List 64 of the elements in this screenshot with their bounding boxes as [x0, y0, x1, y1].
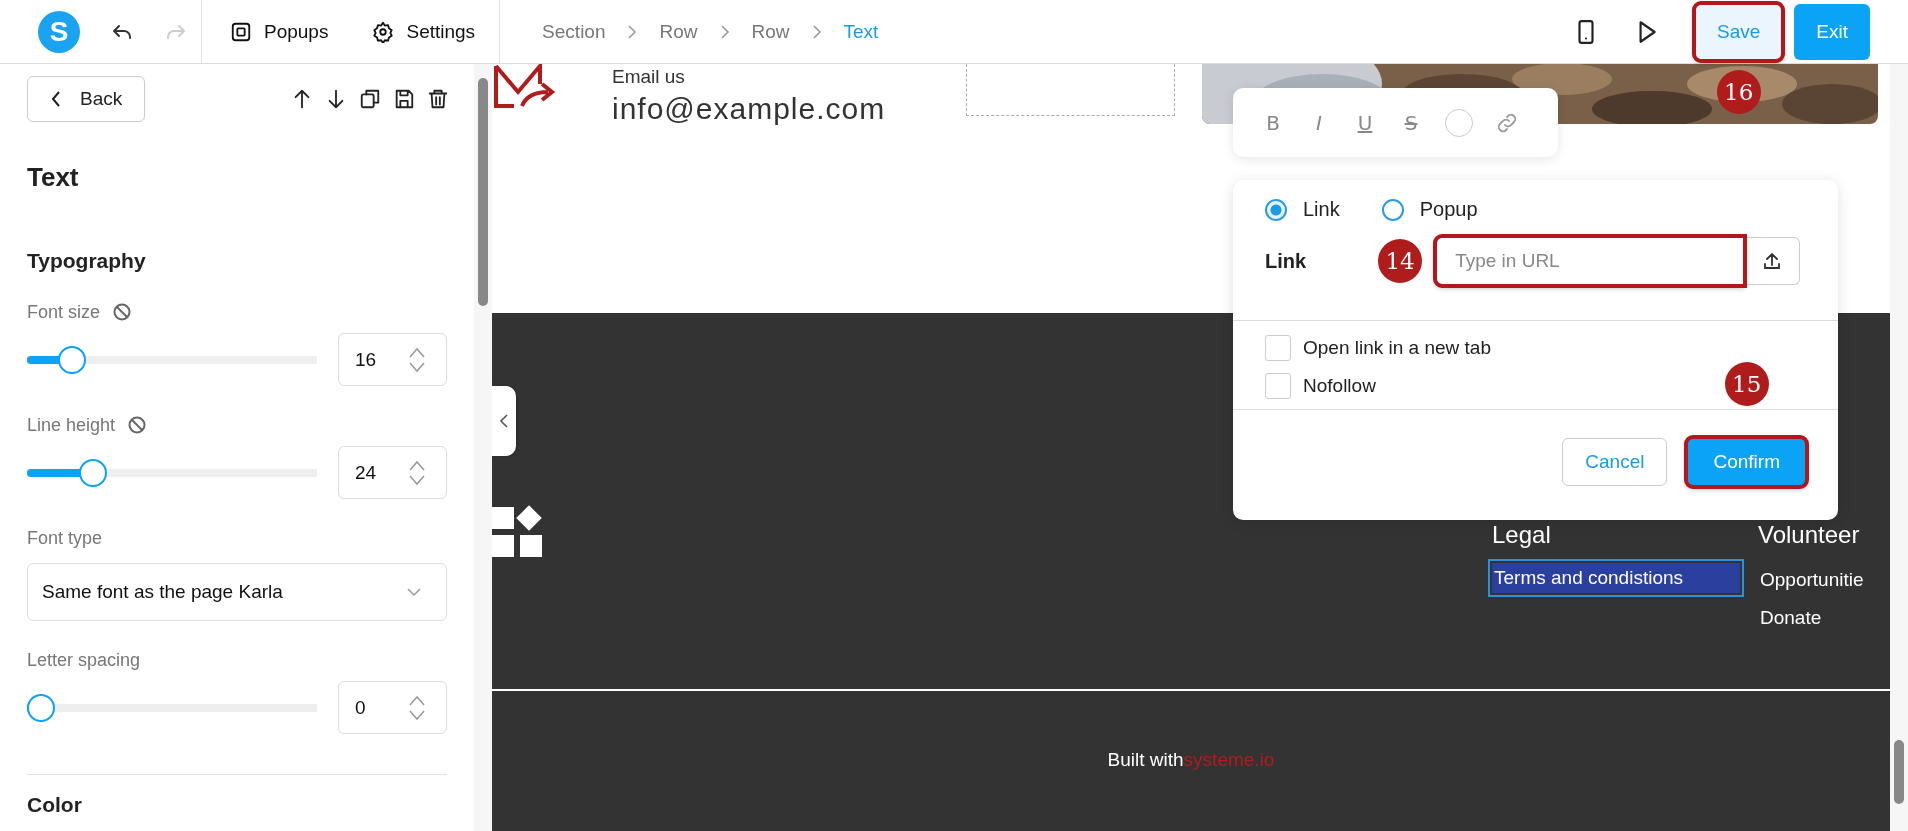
control-label: Font type	[27, 527, 103, 549]
breadcrumb-link[interactable]: Row	[751, 20, 790, 43]
number-field[interactable]: 24	[338, 446, 447, 499]
contact-label: Email us	[612, 66, 686, 88]
font-dropdown[interactable]: Same font as the page Karla	[27, 563, 447, 621]
reset-icon[interactable]	[112, 302, 133, 322]
stepper-icon[interactable]	[408, 693, 426, 722]
step-number-badge: 14	[1378, 239, 1423, 283]
field-label: Link	[1265, 249, 1307, 273]
radio-label[interactable]: Link	[1303, 198, 1340, 221]
checkbox[interactable]	[1265, 335, 1291, 361]
number-field[interactable]: 16	[338, 333, 447, 386]
chevron-down-icon	[406, 587, 422, 597]
upload-icon	[1761, 251, 1782, 271]
stepper-icon[interactable]	[408, 345, 426, 374]
collapse-handle[interactable]	[492, 386, 516, 456]
chevron-right-icon	[811, 23, 822, 40]
settings-button[interactable]: Settings	[372, 20, 476, 43]
control-label: Font size	[27, 301, 101, 323]
settings-icon	[372, 20, 395, 43]
slider-thumb[interactable]	[79, 458, 108, 487]
trash-icon[interactable]	[427, 88, 449, 110]
chevron-right-icon	[627, 23, 638, 40]
chevron-left-icon	[50, 90, 62, 108]
square-icon	[230, 20, 252, 43]
section-heading: Color	[27, 793, 83, 817]
copy-icon[interactable]	[359, 88, 381, 110]
checkbox-label[interactable]: Nofollow	[1303, 375, 1376, 397]
radio-button[interactable]	[1381, 198, 1404, 221]
italic-button[interactable]: I	[1307, 110, 1331, 135]
stepper-icon[interactable]	[408, 458, 426, 487]
control-label: Line height	[27, 414, 116, 436]
credit-text: Built withsysteme.io	[1106, 749, 1276, 771]
footer-heading: Legal	[1492, 521, 1551, 549]
popups-button[interactable]: Popups	[230, 20, 329, 43]
checkbox-label[interactable]: Open link in a new tab	[1303, 337, 1491, 359]
footer-heading: Volunteer	[1758, 521, 1860, 549]
color-swatch[interactable]	[1445, 108, 1473, 137]
slider-thumb[interactable]	[27, 693, 55, 722]
email-address: info@example.com	[612, 92, 887, 126]
bold-button[interactable]: B	[1261, 110, 1285, 135]
scrollbar[interactable]	[474, 64, 492, 831]
checkbox[interactable]	[1265, 373, 1291, 399]
radio-button[interactable]	[1265, 198, 1287, 221]
strike-button[interactable]: S	[1399, 110, 1423, 135]
footer-link[interactable]: Opportunitie	[1758, 563, 1866, 597]
step-number-badge: 15	[1724, 362, 1769, 406]
panel-title: Text	[27, 162, 80, 193]
reset-icon[interactable]	[127, 415, 148, 435]
chevron-right-icon	[719, 23, 730, 40]
breadcrumb-link[interactable]: Section	[542, 20, 606, 43]
section-heading: Typography	[27, 249, 147, 273]
breadcrumb-link[interactable]: Row	[659, 20, 698, 43]
number-field[interactable]: 0	[338, 681, 447, 734]
footer-link[interactable]: Donate	[1758, 601, 1824, 635]
back-button[interactable]: Back	[27, 76, 146, 122]
slider-thumb[interactable]	[58, 345, 87, 374]
url-field[interactable]: Type in URL	[1436, 237, 1745, 285]
underline-button[interactable]: U	[1353, 110, 1377, 135]
upload-button[interactable]	[1744, 237, 1801, 285]
control-label: Letter spacing	[27, 649, 141, 671]
chevron-left-icon	[499, 413, 509, 429]
scrollbar[interactable]	[1890, 64, 1908, 831]
radio-label[interactable]: Popup	[1419, 198, 1478, 221]
